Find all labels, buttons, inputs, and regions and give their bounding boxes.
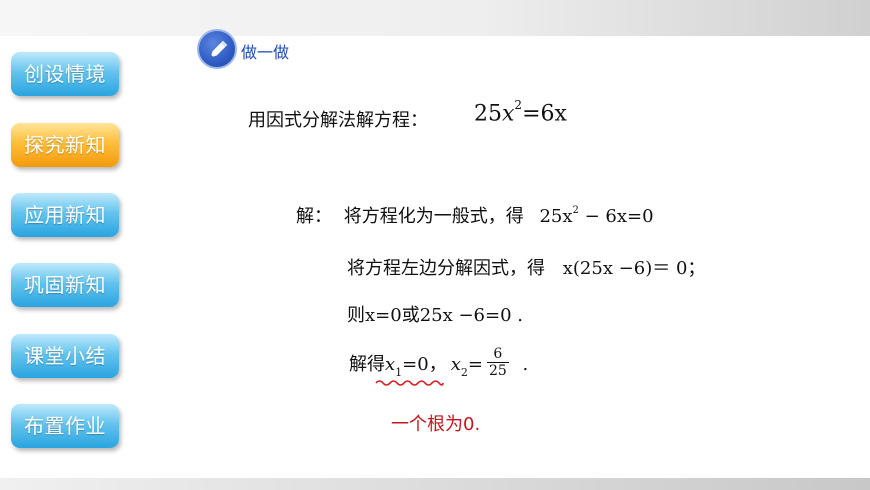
x2-equals: =	[467, 354, 483, 375]
step-3-prefix: 则	[347, 305, 365, 326]
x2-subscript: 2	[460, 365, 468, 379]
bottom-banner	[0, 478, 870, 490]
nav-create-scenario-button[interactable]: 创设情境	[11, 52, 119, 96]
pencil-icon	[197, 29, 237, 69]
equation-rhs: =6x	[522, 101, 567, 127]
top-banner	[0, 0, 870, 36]
step-4-prefix: 解得	[349, 354, 385, 375]
solution-step-1: 解： 将方程化为一般式，得 25x2 − 6x=0	[296, 202, 654, 228]
x1-variable: x	[385, 354, 396, 375]
solution-step-2: 将方程左边分解因式，得 x(25x −6)＝ 0；	[347, 254, 705, 280]
problem-equation: 25x2=6x	[474, 98, 567, 127]
solution-prefix: 解：	[296, 206, 332, 227]
step-4-tail: .	[516, 354, 529, 375]
nav-consolidate-knowledge-button[interactable]: 巩固新知	[11, 263, 119, 307]
step-3-math-2: 25x −6=0 .	[419, 305, 523, 326]
equation-coefficient: 25	[474, 101, 502, 127]
step-4-x2: x2=	[450, 354, 483, 379]
nav-explore-new-knowledge-button[interactable]: 探究新知	[11, 123, 119, 167]
solution-step-3: 则x=0或25x −6=0 .	[347, 301, 523, 327]
fraction-numerator: 6	[486, 346, 509, 363]
problem-prompt: 用因式分解法解方程：	[248, 110, 428, 131]
root-note: 一个根为0.	[391, 414, 481, 435]
equation-exponent: 2	[514, 98, 523, 112]
equation-variable: x	[502, 101, 515, 127]
step-3-math-1: x=0	[365, 305, 402, 326]
step-2-math: x(25x −6)＝ 0；	[562, 258, 706, 279]
fraction-denominator: 25	[488, 362, 507, 379]
step-3-mid: 或	[401, 305, 420, 326]
step-1-coef: 25x	[539, 206, 573, 227]
step-1-exponent: 2	[572, 205, 579, 216]
x1-value: =0，	[402, 354, 447, 375]
step-1-rest: − 6x=0	[578, 206, 654, 227]
x2-variable: x	[450, 354, 461, 375]
wavy-underline	[375, 380, 444, 386]
step-2-text: 将方程左边分解因式，得	[347, 258, 545, 279]
nav-lesson-summary-button[interactable]: 课堂小结	[11, 334, 119, 378]
step-1-math: 25x2 − 6x=0	[539, 205, 654, 227]
nav-homework-button[interactable]: 布置作业	[11, 404, 119, 448]
nav-apply-new-knowledge-button[interactable]: 应用新知	[11, 193, 119, 237]
step-1-text: 将方程化为一般式，得	[343, 206, 524, 227]
x2-fraction: 6 25	[486, 346, 509, 379]
section-label: 做一做	[241, 43, 290, 62]
x1-subscript: 1	[395, 365, 403, 379]
step-4-x1: x1=0，	[385, 354, 447, 379]
solution-step-4: 解得x1=0， x2= 6 25 .	[349, 346, 529, 379]
